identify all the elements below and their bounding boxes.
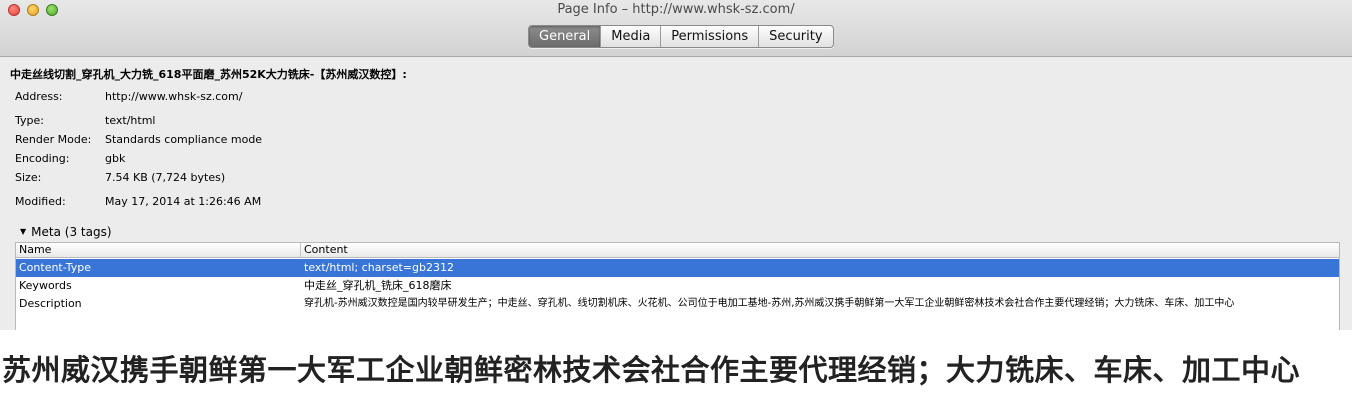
type-label: Type: — [15, 114, 44, 127]
render-mode-label: Render Mode: — [15, 133, 92, 146]
modified-label: Modified: — [15, 195, 66, 208]
type-value: text/html — [105, 114, 156, 127]
page-info-window: Page Info – http://www.whsk-sz.com/ Gene… — [0, 0, 1352, 330]
meta-content-cell: 中走丝_穿孔机_铣床_618磨床 — [304, 279, 452, 292]
meta-content-cell: text/html; charset=gb2312 — [304, 261, 454, 274]
meta-name-cell: Description — [19, 297, 82, 310]
title-bar: Page Info – http://www.whsk-sz.com/ Gene… — [0, 0, 1352, 57]
tab-bar: General Media Permissions Security — [528, 25, 834, 48]
table-row[interactable]: Description 穿孔机-苏州威汉数控是国内较早研发生产；中走丝、穿孔机、… — [16, 295, 1339, 313]
tab-media[interactable]: Media — [601, 26, 662, 47]
meta-name-cell: Keywords — [19, 279, 72, 292]
disclosure-triangle-icon[interactable]: ▼ — [20, 226, 26, 238]
render-mode-value: Standards compliance mode — [105, 133, 263, 146]
size-label: Size: — [15, 171, 42, 184]
column-header-name[interactable]: Name — [16, 243, 301, 257]
size-value: 7.54 KB (7,724 bytes) — [105, 171, 226, 184]
table-row[interactable]: Content-Type text/html; charset=gb2312 — [16, 259, 1339, 277]
tab-security[interactable]: Security — [759, 26, 832, 47]
meta-table: Name Content Content-Type text/html; cha… — [15, 242, 1340, 330]
tab-permissions[interactable]: Permissions — [661, 26, 760, 47]
meta-header-label: Meta (3 tags) — [31, 225, 112, 239]
zoomed-description-strip: 苏州威汉携手朝鲜第一大军工企业朝鲜密林技术会社合作主要代理经销；大力铣床、车床、… — [0, 333, 1352, 402]
table-row[interactable]: Keywords 中走丝_穿孔机_铣床_618磨床 — [16, 277, 1339, 295]
address-label: Address: — [15, 90, 63, 103]
column-header-content[interactable]: Content — [301, 243, 348, 257]
page-title: 中走丝线切割_穿孔机_大力铣_618平面磨_苏州52K大力铣床-【苏州威汉数控】… — [10, 68, 407, 81]
tab-general[interactable]: General — [529, 26, 602, 47]
address-value[interactable]: http://www.whsk-sz.com/ — [105, 90, 242, 103]
meta-content-cell: 穿孔机-苏州威汉数控是国内较早研发生产；中走丝、穿孔机、线切割机床、火花机、公司… — [304, 298, 1235, 309]
encoding-label: Encoding: — [15, 152, 70, 165]
encoding-value: gbk — [105, 152, 126, 165]
meta-disclosure[interactable]: ▼ Meta (3 tags) — [20, 225, 112, 239]
zoomed-description-text: 苏州威汉携手朝鲜第一大军工企业朝鲜密林技术会社合作主要代理经销；大力铣床、车床、… — [2, 353, 1301, 387]
meta-name-cell: Content-Type — [19, 261, 91, 274]
window-title: Page Info – http://www.whsk-sz.com/ — [557, 2, 795, 17]
modified-value: May 17, 2014 at 1:26:46 AM — [105, 195, 262, 208]
table-header: Name Content — [16, 243, 1339, 258]
